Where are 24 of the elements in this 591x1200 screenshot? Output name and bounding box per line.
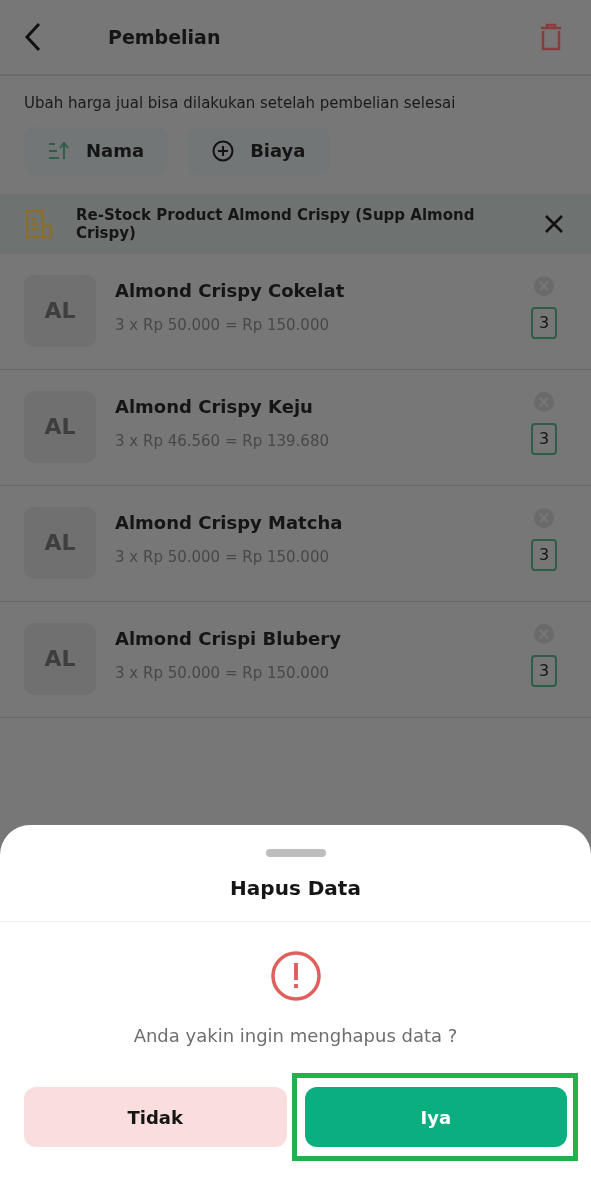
quantity-field[interactable]: 3 (531, 538, 557, 571)
warning-icon (269, 950, 322, 1002)
drag-handle[interactable] (265, 849, 326, 857)
notice-text: Ubah harga jual bisa dilakukan setelah pembelian selesai (23, 93, 457, 114)
quantity-field[interactable]: 3 (531, 654, 557, 687)
dialog-title: Hapus Data (229, 875, 362, 902)
quantity-field[interactable]: 3 (531, 306, 557, 339)
add-cost-button[interactable]: Biaya (188, 126, 330, 175)
back-icon[interactable] (24, 22, 42, 52)
product-name: Almond Crispi Blubery (115, 626, 341, 651)
confirm-button[interactable]: Iya (304, 1087, 567, 1147)
sort-button[interactable]: Nama (24, 126, 169, 175)
product-name: Almond Crispy Matcha (115, 510, 343, 535)
product-name: Almond Crispy Cokelat (115, 278, 345, 303)
page-title: Pembelian (108, 24, 221, 50)
close-icon[interactable] (545, 214, 563, 233)
supplier-banner-text: Re-Stock Product Almond Crispy (Supp Almond Crispy) (76, 205, 476, 242)
trash-icon[interactable] (539, 23, 563, 51)
cancel-button[interactable]: Tidak (24, 1087, 287, 1147)
add-circle-icon (212, 139, 235, 162)
dialog-message: Anda yakin ingin menghapus data ? (132, 1024, 459, 1048)
product-name: Almond Crispy Keju (115, 394, 314, 419)
sort-icon (48, 140, 70, 161)
quantity-field[interactable]: 3 (531, 422, 557, 455)
